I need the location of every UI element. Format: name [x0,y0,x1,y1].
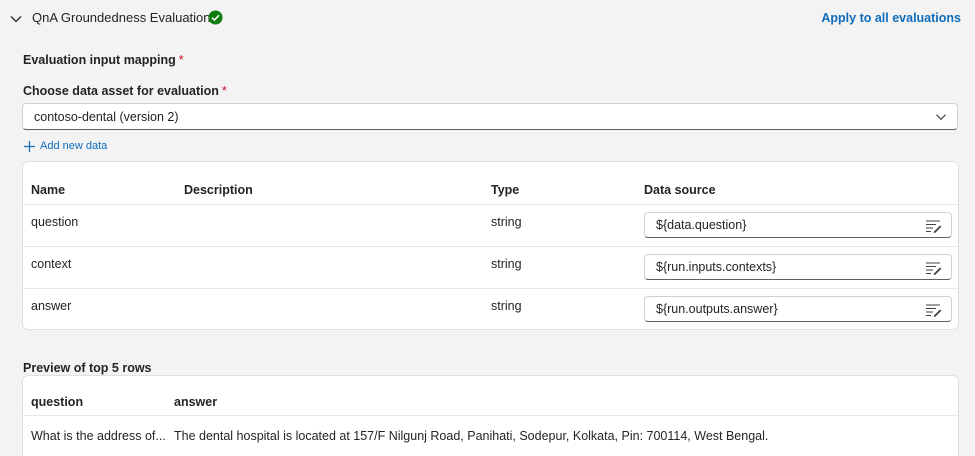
add-new-data-label: Add new data [40,140,108,152]
preview-column-question: question [31,395,84,409]
preview-column-answer: answer [174,395,218,409]
required-mark: * [221,84,227,98]
row-name-question: question [31,215,79,229]
row-type: string [491,299,522,313]
preview-cell-question: What is the address of... [31,429,166,443]
data-source-value: ${run.outputs.answer} [656,302,778,316]
row-divider [23,246,958,247]
data-source-value: ${run.inputs.contexts} [656,260,777,274]
mapping-heading: Evaluation input mapping * [23,53,184,67]
column-header-description: Description [184,183,253,197]
data-asset-dropdown[interactable]: contoso-dental (version 2) [22,103,958,130]
row-divider [23,204,958,205]
row-divider [23,288,958,289]
data-source-input-answer[interactable]: ${run.outputs.answer} [644,296,952,322]
plus-icon [24,140,35,152]
text-edit-icon[interactable] [925,261,942,275]
data-asset-label-text: Choose data asset for evaluation [23,84,219,98]
column-header-name: Name [31,183,66,197]
data-source-input-question[interactable]: ${data.question} [644,212,952,238]
required-mark: * [178,53,184,67]
data-asset-selected: contoso-dental (version 2) [34,110,179,124]
data-source-value: ${data.question} [656,218,747,232]
column-header-type: Type [491,183,520,197]
mapping-table: Name Description Type Data source questi… [22,161,959,330]
data-asset-label: Choose data asset for evaluation * [23,84,227,98]
column-header-data-source: Data source [644,183,716,197]
text-edit-icon[interactable] [925,219,942,233]
data-source-input-context[interactable]: ${run.inputs.contexts} [644,254,952,280]
chevron-down-icon[interactable] [9,12,23,26]
section-header[interactable]: QnA Groundedness Evaluation Apply to all… [0,0,975,38]
preview-table: question answer What is the address of..… [22,375,959,456]
apply-to-all-link[interactable]: Apply to all evaluations [821,11,961,25]
preview-cell-answer: The dental hospital is located at 157/F … [174,429,769,443]
checkmark-circle-icon [208,10,223,25]
mapping-heading-text: Evaluation input mapping [23,53,176,67]
add-new-data-button[interactable]: Add new data [23,138,107,154]
section-title: QnA Groundedness Evaluation [32,10,211,25]
chevron-down-icon[interactable] [935,111,947,123]
preview-heading: Preview of top 5 rows [23,361,152,375]
row-name-answer: answer [31,299,72,313]
row-divider [23,415,958,416]
row-name-context: context [31,257,72,271]
text-edit-icon[interactable] [925,303,942,317]
row-type: string [491,215,522,229]
row-type: string [491,257,522,271]
